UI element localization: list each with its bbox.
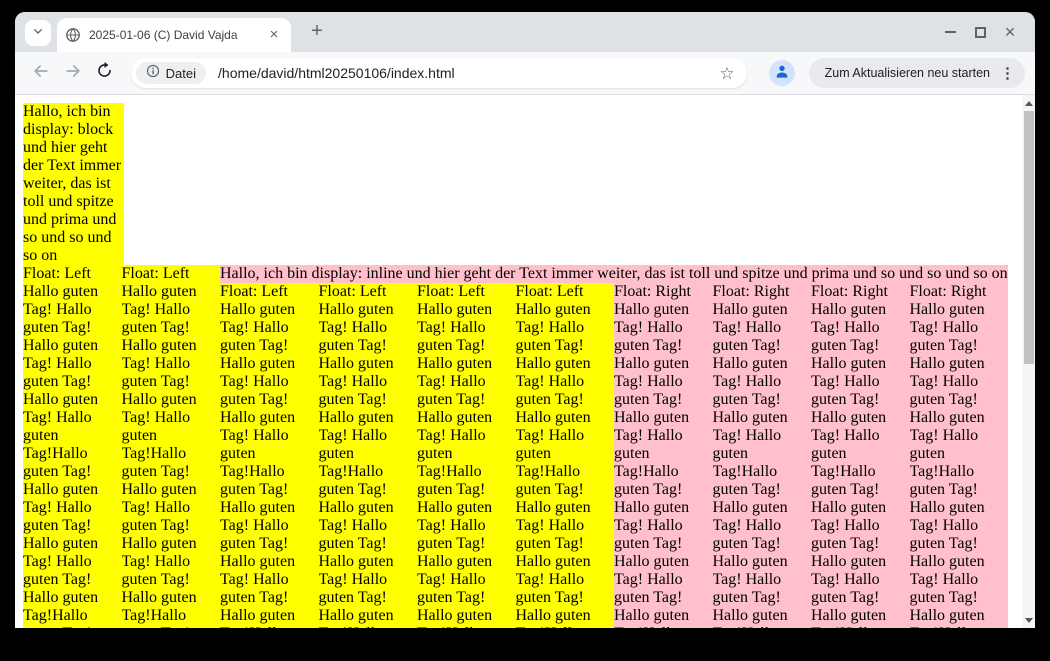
person-icon — [774, 63, 790, 84]
reload-icon — [95, 61, 114, 85]
page-viewport: Hallo, ich bin display: block und hier g… — [15, 95, 1035, 628]
update-restart-button[interactable]: Zum Aktualisieren neu starten ⋮ — [809, 58, 1025, 88]
inline-display-text: Hallo, ich bin display: inline und hier … — [220, 265, 1008, 283]
site-info-chip[interactable]: Datei — [136, 62, 206, 84]
float-left-box: Float: Left Hallo guten Tag! Hallo guten… — [122, 265, 221, 628]
float-left-box: Float: Left Hallo guten Tag! Hallo guten… — [220, 283, 319, 628]
triangle-down-icon — [1025, 618, 1033, 623]
address-bar[interactable]: Datei /home/david/html20250106/index.htm… — [131, 58, 747, 88]
page-content: Hallo, ich bin display: block und hier g… — [15, 95, 1022, 628]
tab-close-icon[interactable]: × — [265, 26, 283, 44]
float-left-box: Float: Left Hallo guten Tag! Hallo guten… — [23, 265, 122, 628]
close-button[interactable]: × — [995, 12, 1025, 52]
browser-toolbar: Datei /home/david/html20250106/index.htm… — [15, 52, 1035, 95]
float-left-box: Float: Left Hallo guten Tag! Hallo guten… — [516, 283, 615, 628]
scrollbar-up-button[interactable] — [1022, 96, 1035, 110]
display-block-box: Hallo, ich bin display: block und hier g… — [23, 103, 124, 265]
back-arrow-icon — [31, 61, 51, 86]
tab-title: 2025-01-06 (C) David Vajda — [89, 28, 265, 42]
scrollbar-down-button[interactable] — [1022, 613, 1035, 627]
maximize-icon — [975, 27, 986, 38]
minimize-icon — [945, 31, 956, 33]
menu-kebab-icon[interactable]: ⋮ — [998, 66, 1017, 81]
vertical-scrollbar[interactable] — [1022, 95, 1035, 628]
float-left-box: Float: Left Hallo guten Tag! Hallo guten… — [417, 283, 516, 628]
scrollbar-thumb[interactable] — [1024, 111, 1034, 364]
tab-strip: 2025-01-06 (C) David Vajda × + × — [15, 12, 1035, 52]
desktop-background: 2025-01-06 (C) David Vajda × + × — [0, 0, 1050, 661]
profile-avatar[interactable] — [769, 60, 795, 86]
browser-window: 2025-01-06 (C) David Vajda × + × — [15, 12, 1035, 628]
globe-favicon-icon — [65, 27, 81, 43]
forward-button[interactable] — [57, 57, 89, 89]
close-icon: × — [1005, 23, 1016, 41]
float-right-box: Float: Right Hallo guten Tag! Hallo gute… — [713, 283, 812, 628]
back-button[interactable] — [25, 57, 57, 89]
info-icon — [146, 64, 160, 83]
float-left-box: Float: Left Hallo guten Tag! Hallo guten… — [319, 283, 418, 628]
update-restart-label: Zum Aktualisieren neu starten — [825, 66, 990, 80]
file-chip-label: Datei — [166, 66, 196, 81]
maximize-button[interactable] — [965, 12, 995, 52]
float-right-box: Float: Right Hallo guten Tag! Hallo gute… — [614, 283, 713, 628]
url-text[interactable]: /home/david/html20250106/index.html — [218, 65, 719, 81]
float-right-box: Float: Right Hallo guten Tag! Hallo gute… — [910, 283, 1009, 628]
chevron-down-icon — [30, 23, 46, 44]
new-tab-button[interactable]: + — [305, 20, 329, 44]
window-controls: × — [935, 12, 1025, 52]
tab-search-button[interactable] — [25, 20, 51, 46]
float-right-box: Float: Right Hallo guten Tag! Hallo gute… — [811, 283, 910, 628]
triangle-up-icon — [1025, 101, 1033, 106]
float-area: Hallo, ich bin display: inline und hier … — [23, 265, 1014, 628]
minimize-button[interactable] — [935, 12, 965, 52]
reload-button[interactable] — [89, 57, 121, 89]
bookmark-star-icon[interactable]: ☆ — [719, 65, 734, 82]
forward-arrow-icon — [63, 61, 83, 86]
browser-tab[interactable]: 2025-01-06 (C) David Vajda × — [57, 18, 291, 52]
